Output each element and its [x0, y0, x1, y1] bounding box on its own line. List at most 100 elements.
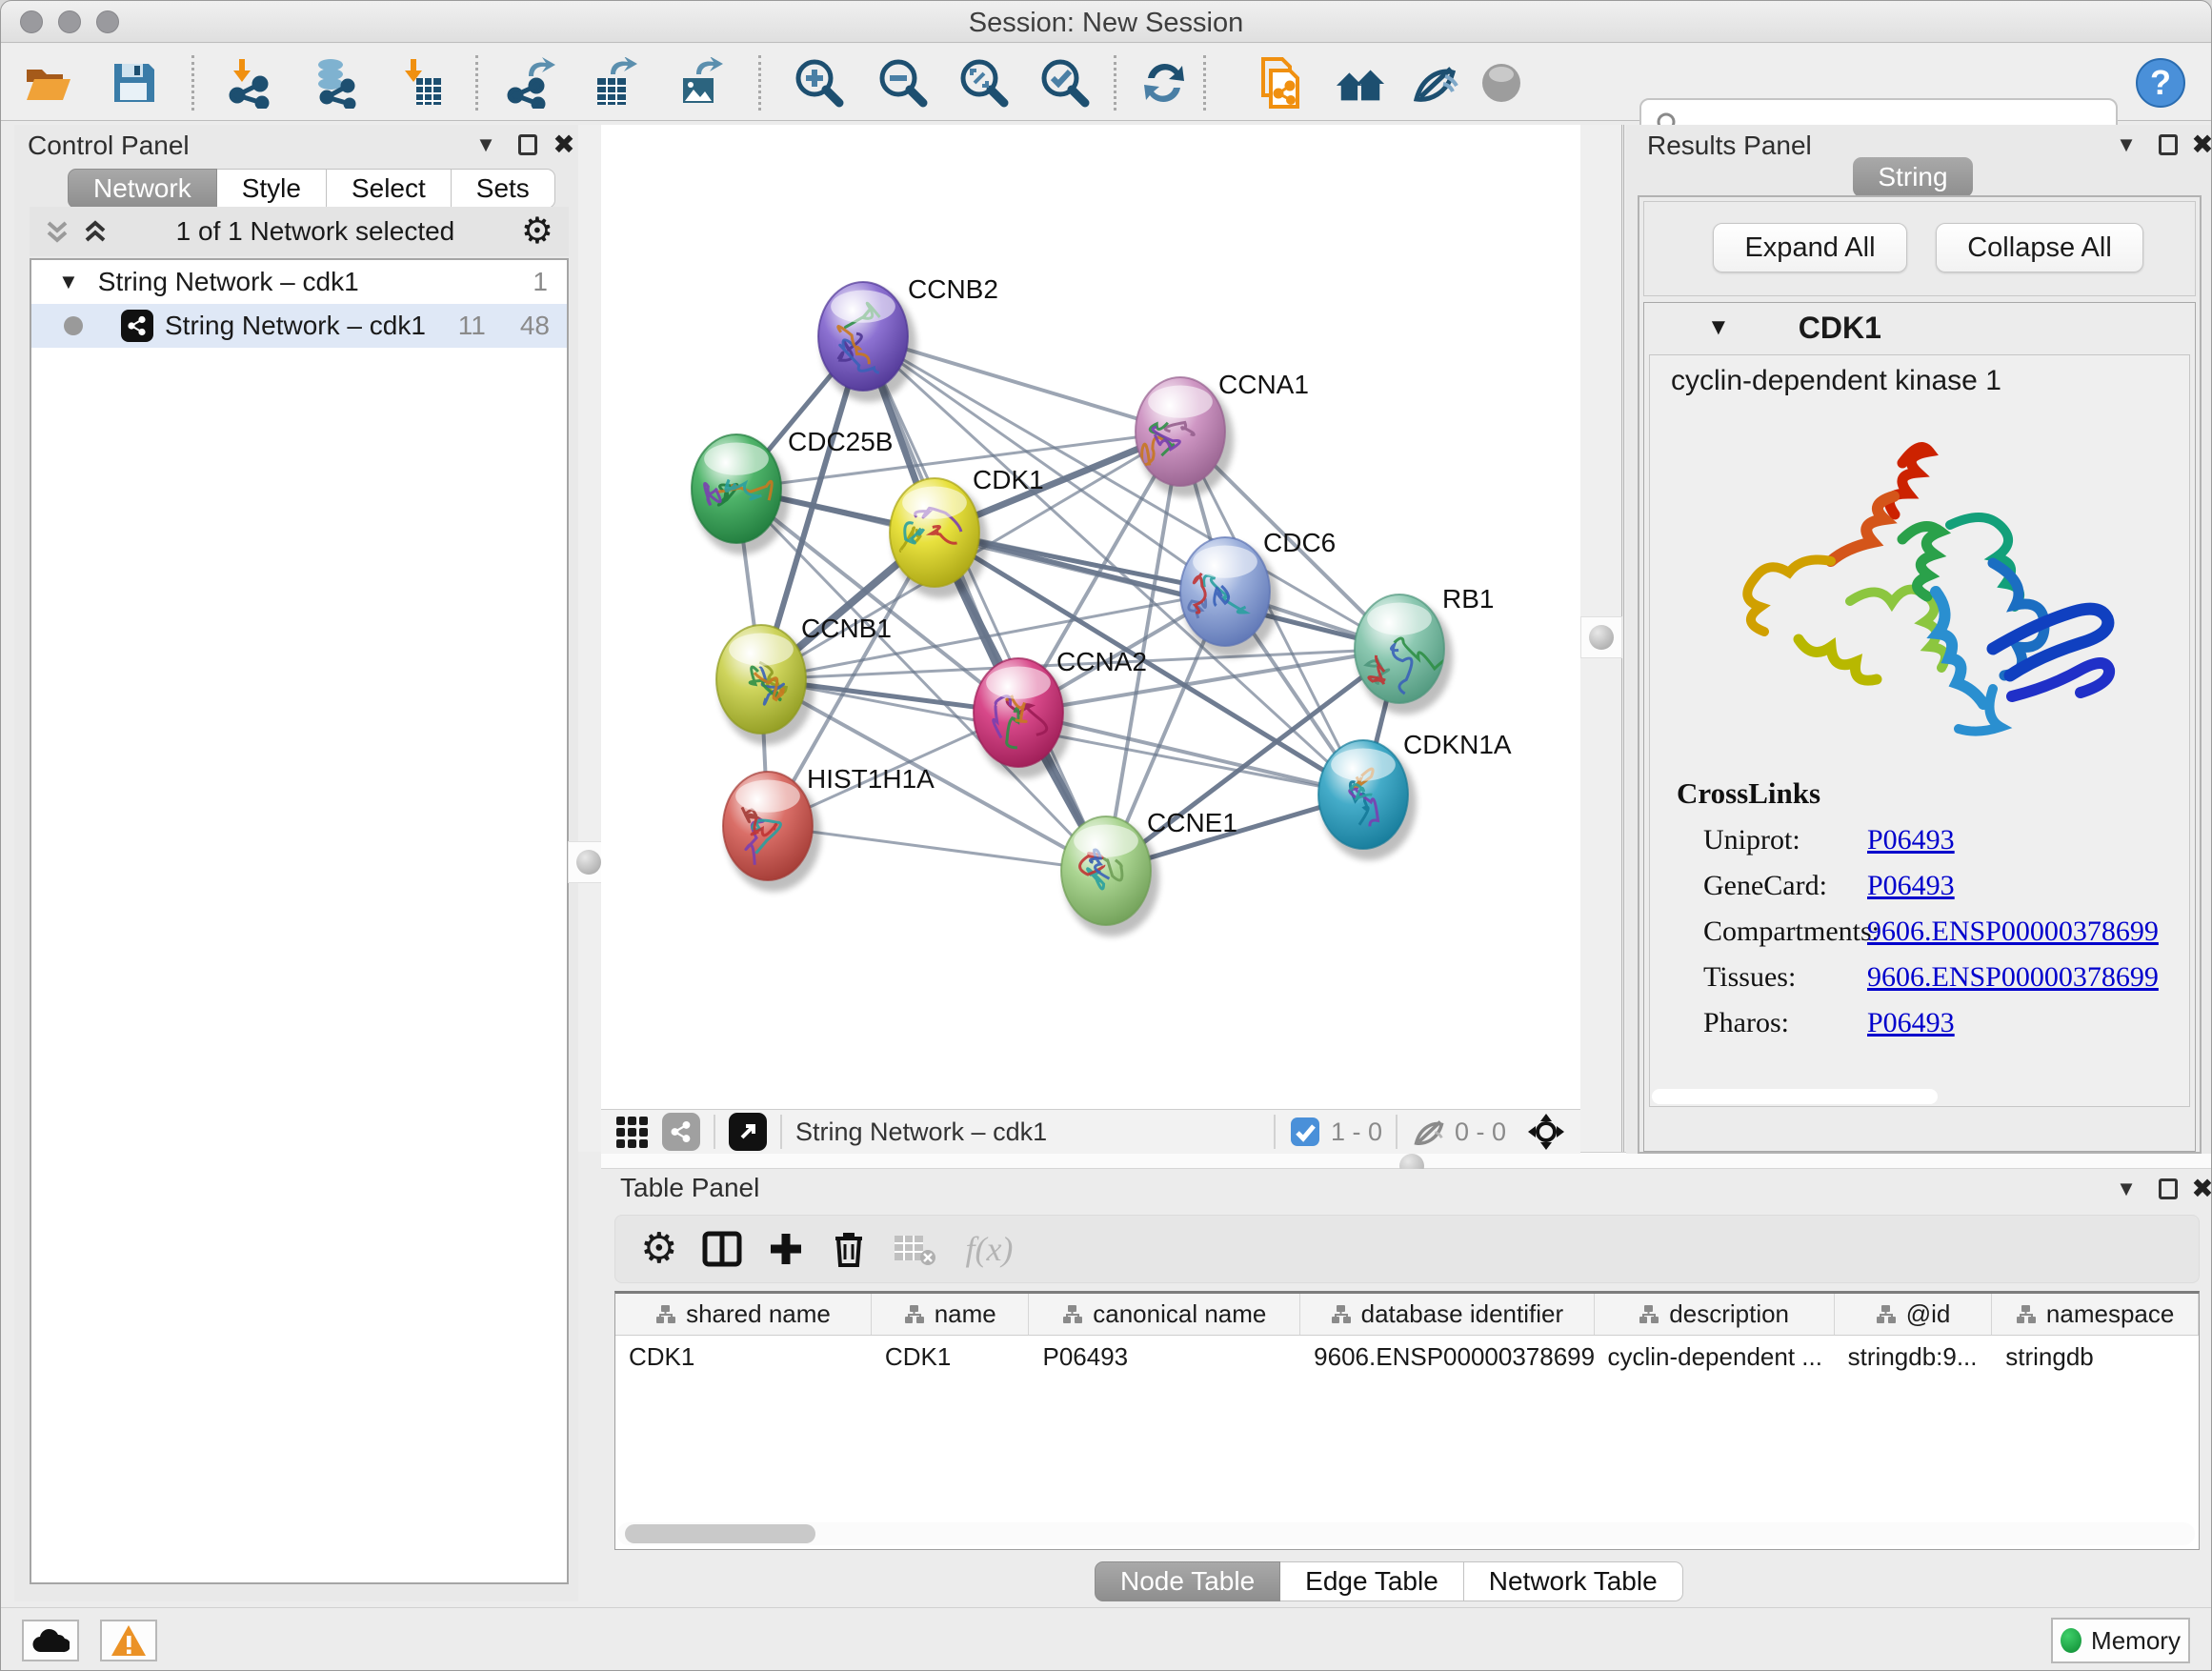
preview-sphere-icon[interactable] — [1476, 57, 1527, 109]
table-settings-gear-icon[interactable]: ⚙ — [640, 1228, 677, 1270]
right-splitter-handle[interactable] — [1580, 616, 1622, 658]
column-header-namespace[interactable]: namespace — [1992, 1294, 2199, 1335]
function-builder-icon[interactable]: f(x) — [965, 1229, 1013, 1269]
delete-table-icon[interactable] — [893, 1230, 936, 1268]
tab-sets[interactable]: Sets — [452, 169, 555, 209]
gear-icon[interactable]: ⚙ — [521, 213, 553, 250]
collapse-panel-icon[interactable]: ▼ — [2110, 1175, 2142, 1203]
help-icon[interactable]: ? — [2135, 57, 2186, 109]
section-expand-icon[interactable]: ▼ — [1707, 314, 1730, 341]
hide-visibility-icon[interactable] — [1409, 57, 1460, 109]
column-type-icon — [1331, 1304, 1352, 1325]
tab-string[interactable]: String — [1853, 157, 1973, 197]
expand-all-button[interactable]: Expand All — [1713, 223, 1907, 272]
crosslink-link[interactable]: 9606.ENSP00000378699 — [1867, 961, 2159, 994]
network-overview-icon[interactable] — [662, 1113, 700, 1151]
hidden-eye-icon[interactable] — [1411, 1114, 1447, 1150]
node-result-header[interactable]: ▼ CDK1 — [1644, 303, 2195, 352]
network-collection-row[interactable]: ▼ String Network – cdk1 1 — [31, 260, 567, 304]
home-icon[interactable] — [1335, 57, 1386, 109]
table-tabs: Node TableEdge TableNetwork Table — [1095, 1561, 1683, 1601]
delete-column-icon[interactable] — [830, 1229, 868, 1269]
column-header-description[interactable]: description — [1595, 1294, 1835, 1335]
float-panel-icon[interactable] — [512, 131, 544, 159]
zoom-in-icon[interactable] — [794, 57, 845, 109]
save-session-icon[interactable] — [108, 57, 159, 109]
network-view-toolbar: String Network – cdk1 1 - 0 0 - 0 — [601, 1109, 1580, 1154]
crosslink-link[interactable]: P06493 — [1867, 824, 1955, 856]
float-panel-icon[interactable] — [2152, 1175, 2184, 1203]
right-splitter[interactable] — [1580, 125, 1624, 1152]
node-CCNB2[interactable] — [818, 282, 916, 402]
column-header-name[interactable]: name — [872, 1294, 1030, 1335]
import-network-icon[interactable] — [222, 57, 273, 109]
node-CDC25B[interactable] — [692, 434, 790, 554]
cloud-status-button[interactable] — [22, 1620, 79, 1661]
open-session-icon[interactable] — [22, 57, 73, 109]
horizontal-splitter[interactable] — [601, 1152, 2212, 1169]
network-canvas[interactable]: CCNB2CCNA1CDC25BCDK1CDC6RB1CCNB1CCNA2CDK… — [601, 125, 1580, 1109]
tab-node-table[interactable]: Node Table — [1095, 1561, 1280, 1601]
import-network-from-database-icon[interactable] — [308, 57, 359, 109]
collapse-panel-icon[interactable]: ▼ — [2110, 131, 2142, 159]
selected-checkbox-icon[interactable] — [1289, 1116, 1321, 1148]
crosslink-link[interactable]: P06493 — [1867, 870, 1955, 902]
float-panel-icon[interactable] — [2152, 131, 2184, 159]
results-scrollbar[interactable] — [1652, 1089, 1938, 1104]
node-CDKN1A[interactable] — [1318, 740, 1417, 860]
add-column-icon[interactable] — [767, 1230, 805, 1268]
zoom-out-icon[interactable] — [877, 57, 929, 109]
results-panel: Results Panel ▼ ✖ String Expand All Coll… — [1626, 125, 2212, 1154]
collapse-all-tree-icon[interactable] — [81, 217, 110, 246]
tree-expand-icon[interactable]: ▼ — [58, 270, 79, 294]
table-row[interactable]: CDK1CDK1P064939606.ENSP00000378699cyclin… — [615, 1336, 2199, 1378]
node-CDK1[interactable] — [890, 478, 988, 598]
toolbar-separator — [475, 55, 478, 111]
node-CCNE1[interactable] — [1061, 816, 1159, 936]
crosslink-row: GeneCard:P06493 — [1677, 870, 2159, 902]
export-network-icon[interactable] — [504, 57, 555, 109]
crosslinks-title: CrossLinks — [1677, 776, 2159, 811]
show-columns-icon[interactable] — [702, 1229, 742, 1269]
tab-style[interactable]: Style — [217, 169, 327, 209]
export-image-icon[interactable] — [675, 57, 727, 109]
center-view-icon[interactable] — [1527, 1113, 1565, 1151]
import-table-icon[interactable] — [393, 57, 445, 109]
open-in-window-icon[interactable] — [729, 1113, 767, 1151]
edge-count: 48 — [520, 311, 550, 341]
close-panel-icon[interactable]: ✖ — [2186, 131, 2212, 159]
export-table-icon[interactable] — [590, 57, 641, 109]
scrollbar-thumb[interactable] — [625, 1524, 815, 1543]
left-splitter[interactable] — [578, 125, 601, 1152]
tab-edge-table[interactable]: Edge Table — [1280, 1561, 1464, 1601]
network-row[interactable]: String Network – cdk1 11 48 — [31, 304, 567, 348]
zoom-fit-icon[interactable] — [958, 57, 1010, 109]
memory-button[interactable]: Memory — [2051, 1618, 2190, 1663]
column-header-databaseidentifier[interactable]: database identifier — [1300, 1294, 1594, 1335]
tab-network[interactable]: Network — [68, 169, 217, 209]
clone-network-icon[interactable] — [1254, 57, 1305, 109]
grid-view-icon[interactable] — [614, 1115, 649, 1149]
tab-select[interactable]: Select — [327, 169, 452, 209]
node-RB1[interactable] — [1355, 594, 1453, 715]
crosslink-link[interactable]: 9606.ENSP00000378699 — [1867, 916, 2159, 948]
node-table[interactable]: shared namenamecanonical namedatabase id… — [614, 1291, 2200, 1550]
table-cell: CDK1 — [872, 1336, 1030, 1378]
column-header-id[interactable]: @id — [1835, 1294, 1993, 1335]
collapse-panel-icon[interactable]: ▼ — [470, 131, 502, 159]
crosslink-link[interactable]: P06493 — [1867, 1007, 1955, 1039]
table-horizontal-scrollbar[interactable] — [617, 1522, 2195, 1545]
collapse-all-button[interactable]: Collapse All — [1936, 223, 2143, 272]
expand-all-tree-icon[interactable] — [43, 217, 71, 246]
close-panel-icon[interactable]: ✖ — [548, 131, 580, 159]
column-header-sharedname[interactable]: shared name — [615, 1294, 872, 1335]
toolbar-separator — [1203, 55, 1206, 111]
refresh-icon[interactable] — [1138, 57, 1190, 109]
status-bar: Memory — [1, 1607, 2211, 1671]
collection-label: String Network – cdk1 — [98, 267, 359, 297]
zoom-selected-icon[interactable] — [1039, 57, 1091, 109]
column-header-canonicalname[interactable]: canonical name — [1029, 1294, 1300, 1335]
warning-status-button[interactable] — [100, 1620, 157, 1661]
tab-network-table[interactable]: Network Table — [1464, 1561, 1683, 1601]
close-panel-icon[interactable]: ✖ — [2186, 1175, 2212, 1203]
